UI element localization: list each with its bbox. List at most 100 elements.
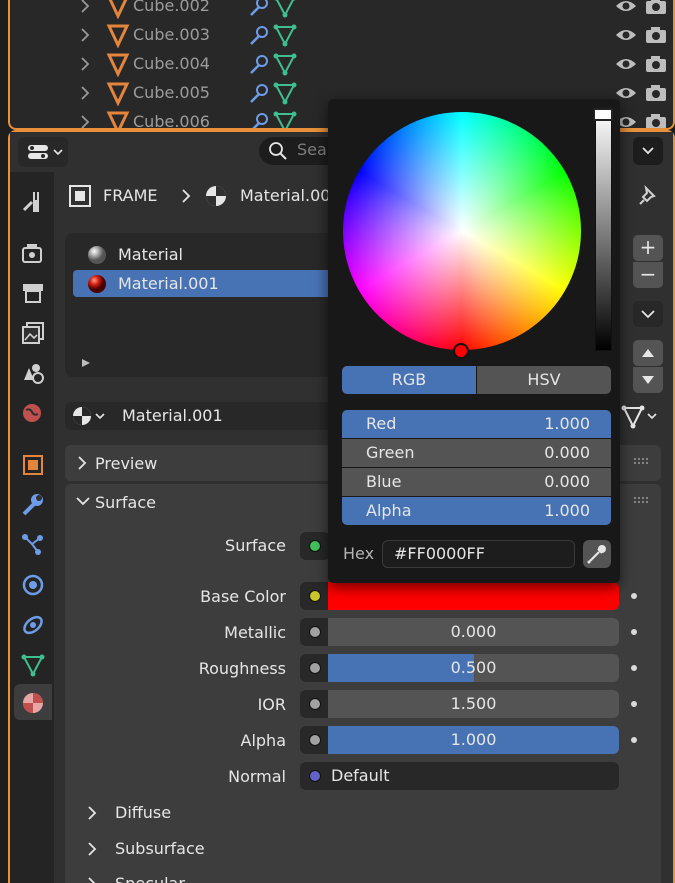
ior-field[interactable]: 1.500 bbox=[328, 690, 619, 718]
search-input[interactable]: Sea bbox=[259, 137, 339, 165]
outliner-row[interactable]: Cube.002 bbox=[10, 0, 673, 22]
keyframe-dot-icon[interactable] bbox=[631, 701, 637, 707]
modifier-wrench-icon[interactable] bbox=[246, 81, 272, 105]
tab-material[interactable] bbox=[14, 684, 52, 720]
tab-constraints[interactable] bbox=[14, 606, 52, 642]
mode-tab-hsv[interactable]: HSV bbox=[477, 366, 611, 394]
object-name[interactable]: Cube.004 bbox=[133, 54, 210, 73]
mesh-data-icon[interactable] bbox=[272, 52, 298, 76]
normal-input-button[interactable]: Default bbox=[300, 762, 619, 790]
keyframe-dot-icon[interactable] bbox=[631, 629, 637, 635]
move-slot-down-button[interactable] bbox=[633, 367, 663, 393]
modifier-wrench-icon[interactable] bbox=[246, 52, 272, 76]
view-layer-icon bbox=[22, 322, 44, 344]
outliner-row[interactable]: Cube.003 bbox=[10, 22, 673, 51]
chevron-right-icon[interactable] bbox=[78, 27, 92, 43]
object-name[interactable]: Cube.002 bbox=[133, 0, 210, 15]
eye-icon[interactable] bbox=[614, 25, 638, 45]
alpha-label: Alpha bbox=[240, 731, 287, 750]
mesh-data-icon[interactable] bbox=[272, 0, 298, 18]
keyframe-dot-icon[interactable] bbox=[631, 593, 637, 599]
tab-modifiers[interactable] bbox=[14, 486, 52, 522]
roughness-slider[interactable]: 0.500 bbox=[328, 654, 619, 682]
ior-label: IOR bbox=[257, 695, 286, 714]
slot-name: Material bbox=[118, 245, 183, 264]
render-camera-icon[interactable] bbox=[644, 25, 668, 45]
chevron-right-icon[interactable] bbox=[78, 114, 92, 130]
render-camera-icon[interactable] bbox=[644, 83, 668, 103]
tab-view-layer[interactable] bbox=[14, 314, 52, 350]
render-camera-icon[interactable] bbox=[644, 112, 668, 130]
alpha-channel-field[interactable]: Alpha 1.000 bbox=[342, 497, 611, 525]
tab-tool[interactable] bbox=[14, 182, 52, 218]
expand-arrow-icon[interactable] bbox=[80, 357, 92, 369]
chevron-down-icon[interactable] bbox=[75, 494, 91, 508]
subpanel-specular[interactable]: Specular bbox=[80, 871, 280, 883]
modifier-wrench-icon[interactable] bbox=[246, 110, 272, 130]
color-wheel[interactable] bbox=[343, 112, 581, 350]
alpha-slider[interactable]: 1.000 bbox=[328, 726, 619, 754]
value-socket-icon bbox=[309, 626, 321, 638]
properties-editor-icon bbox=[28, 145, 63, 159]
object-name[interactable]: Cube.006 bbox=[133, 112, 210, 128]
mesh-data-icon[interactable] bbox=[272, 81, 298, 105]
remove-slot-button[interactable]: − bbox=[633, 262, 663, 288]
options-dropdown-button[interactable] bbox=[633, 137, 663, 165]
surface-label: Surface bbox=[225, 536, 286, 555]
list-item[interactable]: Material.001 bbox=[84, 272, 334, 296]
tab-physics[interactable] bbox=[14, 566, 52, 602]
render-camera-icon[interactable] bbox=[644, 0, 668, 16]
physics-icon bbox=[22, 574, 44, 596]
blue-channel-field[interactable]: Blue 0.000 bbox=[342, 468, 611, 496]
search-icon bbox=[269, 142, 287, 160]
value-slider[interactable] bbox=[595, 110, 612, 351]
object-name[interactable]: Cube.005 bbox=[133, 83, 210, 102]
tab-scene[interactable] bbox=[14, 354, 52, 390]
eye-icon[interactable] bbox=[614, 0, 638, 16]
base-color-swatch[interactable] bbox=[328, 582, 619, 610]
keyframe-dot-icon[interactable] bbox=[631, 665, 637, 671]
tab-data[interactable] bbox=[14, 646, 52, 682]
pin-icon[interactable] bbox=[636, 182, 662, 208]
tab-particles[interactable] bbox=[14, 526, 52, 562]
move-slot-up-button[interactable] bbox=[633, 340, 663, 366]
tab-object[interactable] bbox=[14, 446, 52, 482]
chevron-right-icon[interactable] bbox=[78, 85, 92, 101]
value-socket-icon bbox=[309, 662, 321, 674]
drag-handle-icon[interactable] bbox=[633, 457, 651, 467]
triangle-up-icon bbox=[642, 349, 654, 357]
subpanel-subsurface[interactable]: Subsurface bbox=[80, 836, 280, 862]
mesh-data-icon[interactable] bbox=[272, 23, 298, 47]
hex-input[interactable]: #FF0000FF bbox=[382, 540, 575, 568]
chevron-right-icon[interactable] bbox=[78, 0, 92, 14]
tab-render[interactable] bbox=[14, 234, 52, 270]
material-name-field[interactable]: Material.001 bbox=[112, 402, 335, 430]
mesh-link-dropdown-icon[interactable] bbox=[620, 404, 662, 430]
mode-tab-rgb[interactable]: RGB bbox=[342, 366, 476, 394]
value-slider-handle[interactable] bbox=[593, 108, 613, 121]
list-item[interactable]: Material bbox=[84, 243, 334, 267]
metallic-slider[interactable]: 0.000 bbox=[328, 618, 619, 646]
modifier-wrench-icon[interactable] bbox=[246, 23, 272, 47]
tab-output[interactable] bbox=[14, 274, 52, 310]
red-channel-field[interactable]: Red 1.000 bbox=[342, 410, 611, 438]
modifier-wrench-icon[interactable] bbox=[246, 0, 272, 18]
outliner-row[interactable]: Cube.004 bbox=[10, 51, 673, 80]
tab-world[interactable] bbox=[14, 394, 52, 430]
drag-handle-icon[interactable] bbox=[633, 496, 651, 506]
object-name[interactable]: Cube.003 bbox=[133, 25, 210, 44]
channel-value: 1.000 bbox=[544, 414, 590, 433]
editor-type-button[interactable] bbox=[18, 137, 68, 167]
add-slot-button[interactable]: + bbox=[633, 235, 663, 261]
color-wheel-cursor[interactable] bbox=[453, 343, 469, 359]
green-channel-field[interactable]: Green 0.000 bbox=[342, 439, 611, 467]
render-icon bbox=[22, 244, 42, 263]
keyframe-dot-icon[interactable] bbox=[631, 737, 637, 743]
chevron-right-icon[interactable] bbox=[78, 56, 92, 72]
eye-icon[interactable] bbox=[614, 54, 638, 74]
subpanel-diffuse[interactable]: Diffuse bbox=[80, 800, 280, 826]
render-camera-icon[interactable] bbox=[644, 54, 668, 74]
mesh-data-icon[interactable] bbox=[272, 110, 298, 130]
eyedropper-button[interactable] bbox=[583, 540, 611, 568]
slot-specials-button[interactable] bbox=[633, 301, 663, 327]
